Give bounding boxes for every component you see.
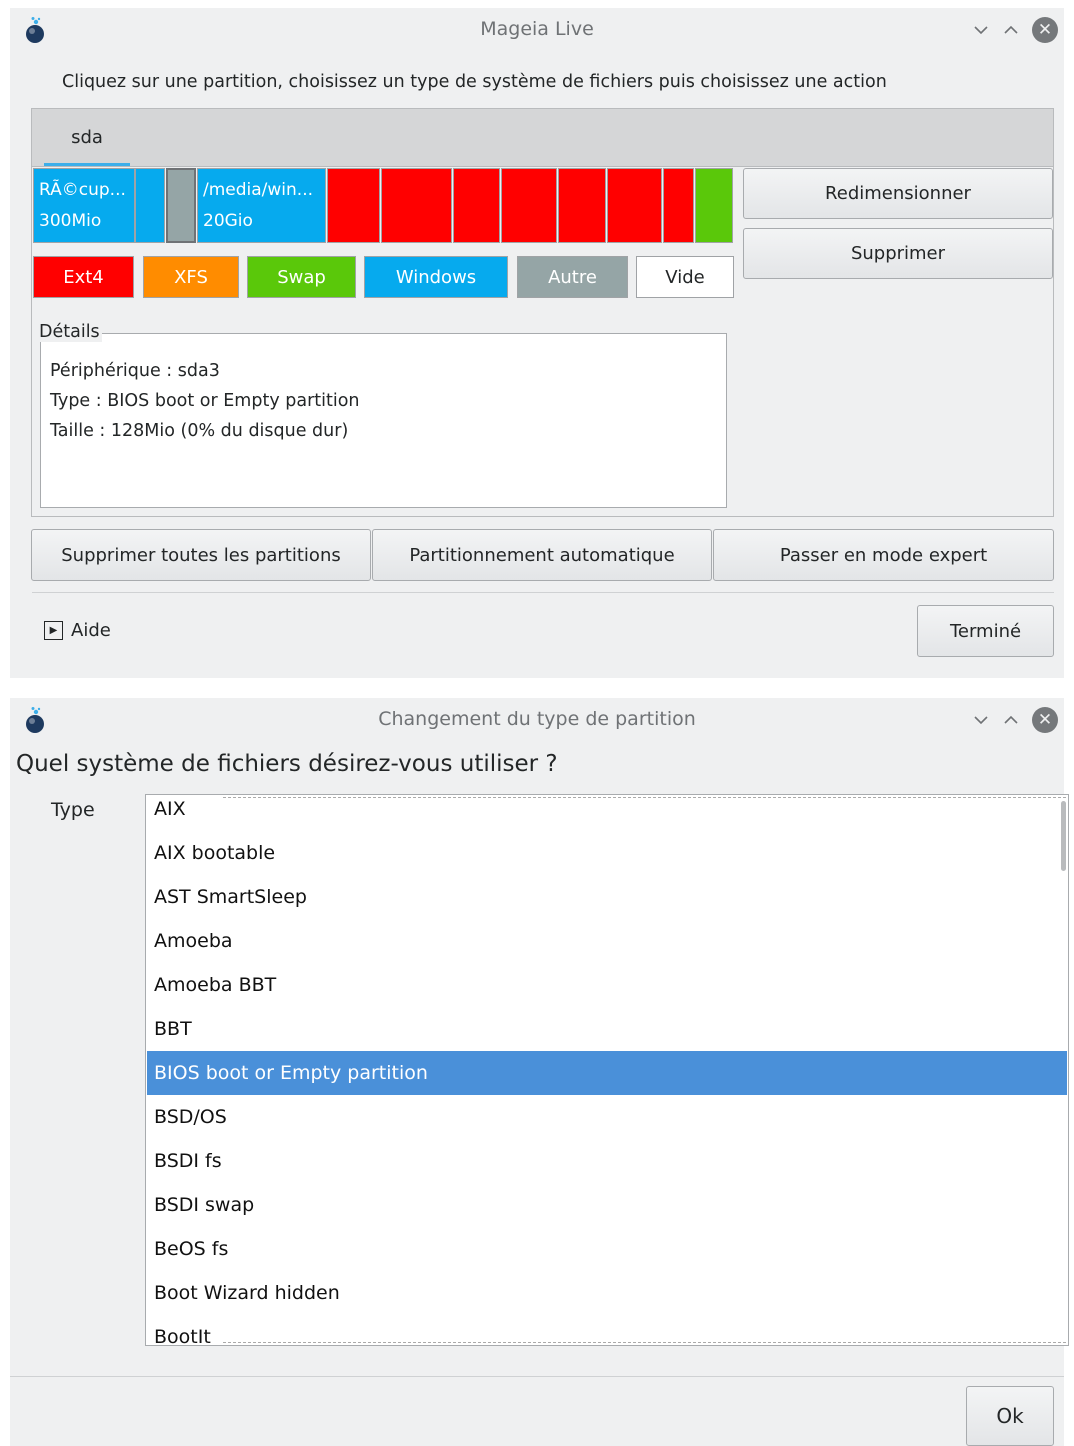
legend-autre-label: Autre <box>548 266 597 288</box>
partition-size: 300Mio <box>39 211 102 231</box>
legend-autre[interactable]: Autre <box>517 256 628 298</box>
maximize-icon[interactable] <box>998 707 1024 733</box>
scrollbar-thumb[interactable] <box>1061 801 1066 871</box>
dialog-title: Changement du type de partition <box>378 708 696 730</box>
instruction-text: Cliquez sur une partition, choisissez un… <box>62 72 887 92</box>
window-title: Mageia Live <box>480 18 594 40</box>
legend-ext4-label: Ext4 <box>63 266 104 288</box>
list-bottom-border <box>223 1342 1066 1343</box>
minimize-icon[interactable] <box>968 17 994 43</box>
filesystem-list[interactable]: BootIt Boot Wizard hidden BeOS fs BSDI swap… <box>145 794 1069 1346</box>
tab-sda[interactable]: sda <box>44 109 130 167</box>
list-item[interactable]: BBT <box>147 1007 1067 1051</box>
details-title: Détails <box>39 322 102 342</box>
partition-segment[interactable] <box>381 168 452 243</box>
list-item[interactable]: BSD/OS <box>147 1095 1067 1139</box>
legend-xfs[interactable]: XFS <box>143 256 239 298</box>
partition-segment[interactable] <box>607 168 662 243</box>
delete-all-button[interactable]: Supprimer toutes les partitions <box>31 529 371 581</box>
partitioning-window: Mageia Live ✕ Cliquez sur une partition,… <box>10 8 1064 678</box>
partition-segment[interactable] <box>166 168 196 243</box>
partition-segment[interactable] <box>663 168 694 243</box>
partition-segment[interactable]: RÃ©cup... 300Mio <box>33 168 135 243</box>
done-button[interactable]: Terminé <box>917 605 1054 657</box>
list-item[interactable]: AST SmartSleep <box>147 875 1067 919</box>
close-icon[interactable]: ✕ <box>1032 707 1058 733</box>
list-item[interactable]: Amoeba BBT <box>147 963 1067 1007</box>
partition-mount: /media/win... <box>203 180 314 200</box>
partition-size: 20Gio <box>203 211 253 231</box>
partition-segment[interactable] <box>695 168 733 243</box>
separator <box>32 592 1054 593</box>
minimize-icon[interactable] <box>968 707 994 733</box>
partition-segment[interactable]: /media/win... 20Gio <box>197 168 326 243</box>
partition-segment[interactable] <box>327 168 380 243</box>
filesystem-question: Quel système de fichiers désirez-vous ut… <box>16 751 558 777</box>
partition-mount: RÃ©cup... <box>39 180 126 200</box>
legend-windows-label: Windows <box>395 266 477 288</box>
list-item[interactable]: BSDI fs <box>147 1139 1067 1183</box>
list-item[interactable]: BIOS boot or Empty partition <box>147 1051 1067 1095</box>
auto-partition-button[interactable]: Partitionnement automatique <box>372 529 712 581</box>
partition-segment[interactable] <box>453 168 500 243</box>
details-size: Taille : 128Mio (0% du disque dur) <box>50 421 349 441</box>
delete-button[interactable]: Supprimer <box>743 228 1053 279</box>
list-item[interactable]: AIX bootable <box>147 831 1067 875</box>
partition-segment[interactable] <box>501 168 557 243</box>
disk-tab-bar: sda <box>32 109 1053 167</box>
partition-type-dialog: Changement du type de partition ✕ Quel s… <box>10 698 1069 1446</box>
legend-swap[interactable]: Swap <box>247 256 356 298</box>
list-item[interactable]: Boot Wizard hidden <box>147 1271 1067 1315</box>
details-device: Périphérique : sda3 <box>50 361 220 381</box>
expert-mode-button[interactable]: Passer en mode expert <box>713 529 1054 581</box>
title-bar: Mageia Live ✕ <box>10 8 1064 52</box>
legend-vide-label: Vide <box>665 266 705 288</box>
close-icon[interactable]: ✕ <box>1032 17 1058 43</box>
list-item[interactable]: BeOS fs <box>147 1227 1067 1271</box>
partition-label: /media/win... 20Gio <box>203 175 313 237</box>
expand-arrow-icon: ▶ <box>44 621 63 640</box>
legend-windows[interactable]: Windows <box>364 256 508 298</box>
list-item[interactable]: Amoeba <box>147 919 1067 963</box>
legend-vide[interactable]: Vide <box>636 256 734 298</box>
list-item[interactable]: AIX <box>147 795 1067 831</box>
details-box: Périphérique : sda3 Type : BIOS boot or … <box>40 333 727 508</box>
title-bar: Changement du type de partition ✕ <box>10 698 1064 742</box>
maximize-icon[interactable] <box>998 17 1024 43</box>
help-toggle[interactable]: ▶ Aide <box>44 620 111 641</box>
list-top-border <box>223 797 1066 798</box>
legend-ext4[interactable]: Ext4 <box>33 256 134 298</box>
resize-button[interactable]: Redimensionner <box>743 168 1053 219</box>
ok-button[interactable]: Ok <box>966 1386 1054 1446</box>
list-item[interactable]: BSDI swap <box>147 1183 1067 1227</box>
partition-segment[interactable] <box>558 168 606 243</box>
partition-segment[interactable] <box>135 168 165 243</box>
legend-swap-label: Swap <box>277 266 326 288</box>
details-type: Type : BIOS boot or Empty partition <box>50 391 360 411</box>
type-label: Type <box>51 799 95 821</box>
partition-label: RÃ©cup... 300Mio <box>39 175 126 237</box>
tab-indicator <box>44 163 130 166</box>
separator <box>10 1376 1064 1377</box>
legend-xfs-label: XFS <box>174 266 208 288</box>
help-label: Aide <box>71 620 111 641</box>
